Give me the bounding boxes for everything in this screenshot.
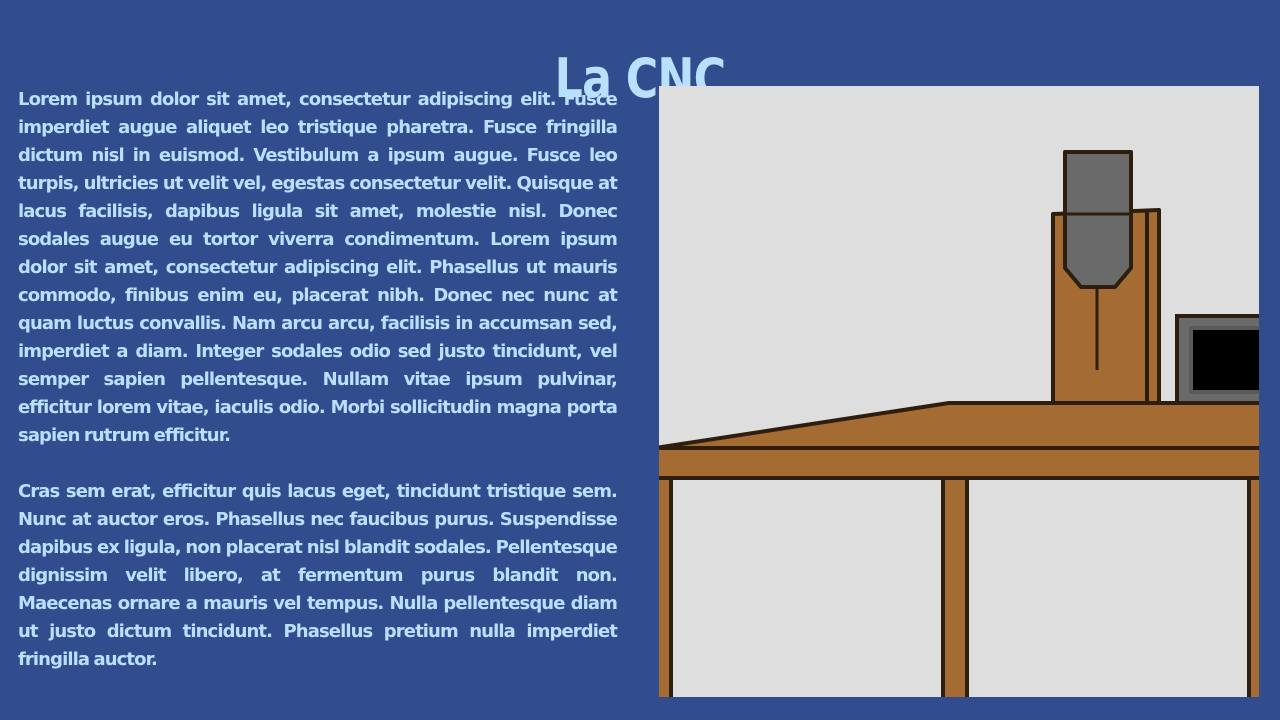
paragraph-2: Cras sem erat, efficitur quis lacus eget…: [18, 481, 618, 670]
paragraph-1: Lorem ipsum dolor sit amet, consectetur …: [18, 89, 618, 446]
table-top: [659, 401, 1259, 450]
text-column: Lorem ipsum dolor sit amet, consectetur …: [18, 86, 618, 702]
table-legs: [659, 474, 1259, 697]
control-box: [1175, 314, 1259, 405]
spindle-head: [1063, 150, 1133, 289]
table-front: [659, 446, 1259, 480]
cnc-machine-illustration: [659, 86, 1259, 697]
